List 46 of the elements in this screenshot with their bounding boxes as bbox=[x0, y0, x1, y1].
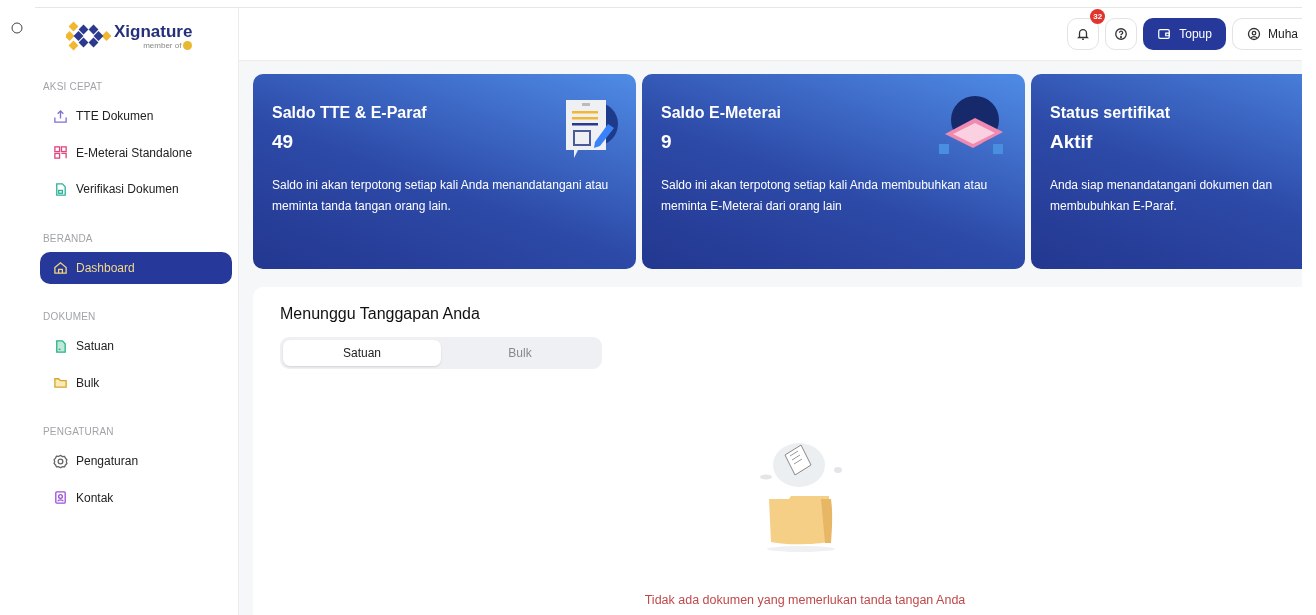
sidebar-item[interactable]: Dashboard bbox=[40, 251, 232, 284]
contact-book-icon bbox=[53, 490, 68, 505]
notification-button[interactable] bbox=[1067, 18, 1100, 50]
panel-title: Menunggu Tanggapan Anda bbox=[280, 305, 481, 323]
card-title: Saldo E-Meterai bbox=[661, 104, 783, 122]
card-value: 9 bbox=[661, 131, 673, 153]
help-icon bbox=[1114, 27, 1129, 41]
sidebar-item[interactable]: Pengaturan bbox=[40, 445, 232, 477]
sidebar-item[interactable]: Kontak bbox=[40, 481, 232, 514]
document-icon bbox=[53, 181, 68, 197]
section-heading: PENGATURAN bbox=[42, 426, 115, 437]
grid-icon bbox=[53, 145, 68, 160]
partner-logo-icon bbox=[183, 40, 193, 50]
sidebar-item[interactable]: Satuan bbox=[40, 330, 232, 362]
section-heading: DOKUMEN bbox=[42, 311, 97, 322]
brand-name: Xignature bbox=[114, 22, 193, 41]
sidebar-item[interactable]: TTE Dokumen bbox=[40, 100, 232, 132]
logo-icon bbox=[66, 20, 112, 52]
home-icon bbox=[53, 260, 68, 275]
bell-icon bbox=[1076, 27, 1091, 41]
notification-badge: 32 bbox=[1090, 9, 1106, 24]
card-value: 49 bbox=[272, 131, 295, 153]
card-title: Status sertifikat bbox=[1050, 104, 1172, 122]
section-heading: BERANDA bbox=[42, 232, 94, 244]
card-value: Aktif bbox=[1050, 131, 1094, 153]
section-heading: AKSI CEPAT bbox=[42, 81, 104, 92]
sidebar-item[interactable]: Verifikasi Dokumen bbox=[40, 173, 232, 205]
document-icon bbox=[53, 338, 68, 354]
user-menu-button[interactable]: Muha bbox=[1231, 18, 1302, 50]
circle-icon bbox=[11, 22, 23, 34]
gear-icon bbox=[53, 453, 68, 469]
folder-icon bbox=[53, 375, 68, 390]
topup-button[interactable]: Topup bbox=[1143, 18, 1226, 50]
wallet-icon bbox=[1157, 27, 1172, 41]
card-description: Anda siap menandatangani dokumen dan membubuhkan E-Paraf. bbox=[1050, 177, 1274, 215]
upload-icon bbox=[53, 108, 68, 124]
sidebar-item[interactable]: E-Meterai Standalone bbox=[40, 136, 232, 169]
tab[interactable]: Satuan bbox=[283, 340, 441, 366]
brand-tagline: member of bbox=[143, 40, 182, 50]
empty-message: Tidak ada dokumen yang memerlukan tanda tangan Anda bbox=[644, 593, 966, 607]
user-icon bbox=[1246, 27, 1261, 41]
card-description: Saldo ini akan terpotong setiap kali Anda membubuhkan atau meminta E-Meterai dari orang lain bbox=[661, 177, 989, 215]
sidebar-item[interactable]: Bulk bbox=[40, 366, 232, 399]
card-description: Saldo ini akan terpotong setiap kali Anda menandatangani atau meminta tanda tangan orang lain. bbox=[272, 177, 610, 215]
card-title: Saldo TTE & E-Paraf bbox=[272, 104, 428, 122]
help-button[interactable] bbox=[1105, 18, 1138, 50]
